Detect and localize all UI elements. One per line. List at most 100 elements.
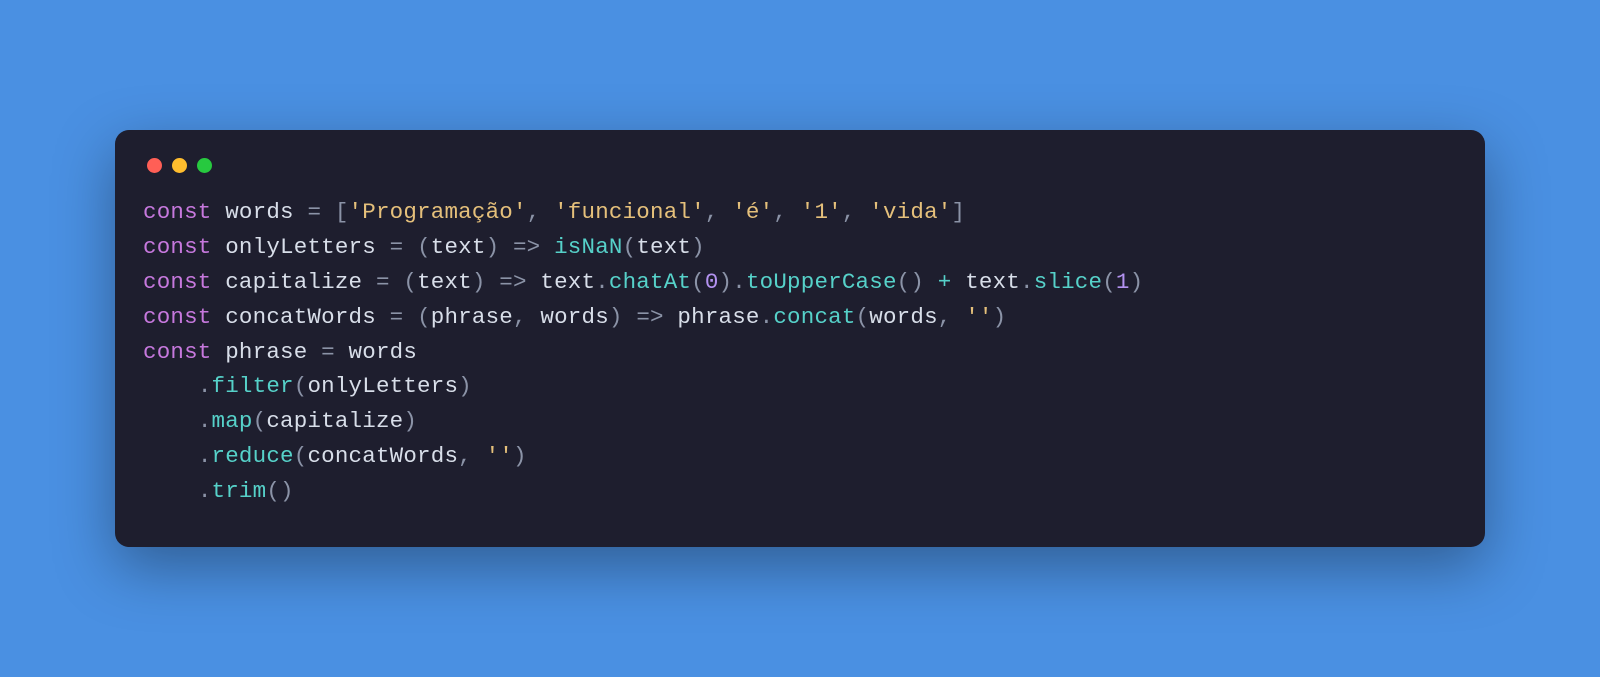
equals: = [390,304,417,330]
paren-close: ) [910,269,924,295]
string-literal: '' [486,443,513,469]
keyword-const: const [143,269,212,295]
code-block: const words = ['Programação', 'funcional… [143,195,1457,509]
paren-open: ( [253,408,267,434]
method-call: trim [212,478,267,504]
maximize-icon[interactable] [197,158,212,173]
plus-operator: + [924,269,965,295]
code-line-8: .reduce(concatWords, '') [143,439,1457,474]
param: text [431,234,486,260]
method-call: concat [773,304,855,330]
paren-open: ( [417,234,431,260]
indent [143,408,198,434]
dot: . [198,478,212,504]
comma: , [773,199,800,225]
keyword-const: const [143,234,212,260]
equals: = [321,339,348,365]
paren-open: ( [897,269,911,295]
paren-open: ( [294,443,308,469]
paren-open: ( [856,304,870,330]
arrow: => [513,234,540,260]
string-literal: '1' [801,199,842,225]
arrow: => [499,269,526,295]
dot: . [1020,269,1034,295]
comma: , [513,304,540,330]
paren-close: ) [1130,269,1144,295]
equals: = [390,234,417,260]
paren-open: ( [417,304,431,330]
method-call: filter [212,373,294,399]
keyword-const: const [143,199,212,225]
argument: words [869,304,938,330]
paren-close: ) [403,408,417,434]
dot: . [595,269,609,295]
code-line-1: const words = ['Programação', 'funcional… [143,195,1457,230]
string-literal: 'funcional' [554,199,705,225]
method-call: map [212,408,253,434]
param: text [417,269,472,295]
identifier: phrase [212,339,322,365]
paren-open: ( [294,373,308,399]
paren-close: ) [691,234,705,260]
indent [143,373,198,399]
paren-close: ) [513,443,527,469]
code-line-3: const capitalize = (text) => text.chatAt… [143,265,1457,300]
window-titlebar [143,154,1457,195]
number-literal: 0 [705,269,719,295]
indent [143,478,198,504]
code-line-4: const concatWords = (phrase, words) => p… [143,300,1457,335]
bracket-open: [ [335,199,349,225]
dot: . [732,269,746,295]
argument: capitalize [266,408,403,434]
dot: . [198,443,212,469]
code-window: const words = ['Programação', 'funcional… [115,130,1485,547]
close-icon[interactable] [147,158,162,173]
paren-close: ) [486,234,513,260]
comma: , [458,443,485,469]
paren-open: ( [266,478,280,504]
param: phrase [431,304,513,330]
param: words [540,304,609,330]
code-line-7: .map(capitalize) [143,404,1457,439]
method-call: slice [1034,269,1103,295]
paren-close: ) [609,304,636,330]
code-line-6: .filter(onlyLetters) [143,369,1457,404]
dot: . [760,304,774,330]
code-line-9: .trim() [143,474,1457,509]
method-call: toUpperCase [746,269,897,295]
identifier: words [212,199,308,225]
string-literal: 'Programação' [349,199,527,225]
argument: text [636,234,691,260]
paren-close: ) [993,304,1007,330]
bracket-close: ] [951,199,965,225]
arrow: => [636,304,663,330]
identifier: text [965,269,1020,295]
code-line-5: const phrase = words [143,335,1457,370]
comma: , [938,304,965,330]
number-literal: 1 [1116,269,1130,295]
space [664,304,678,330]
argument: concatWords [307,443,458,469]
comma: , [842,199,869,225]
dot: . [198,408,212,434]
keyword-const: const [143,339,212,365]
identifier: text [540,269,595,295]
string-literal: '' [965,304,992,330]
string-literal: 'vida' [869,199,951,225]
minimize-icon[interactable] [172,158,187,173]
identifier: words [349,339,418,365]
paren-open: ( [1102,269,1116,295]
paren-close: ) [458,373,472,399]
identifier: capitalize [212,269,376,295]
code-line-2: const onlyLetters = (text) => isNaN(text… [143,230,1457,265]
identifier: phrase [677,304,759,330]
paren-close: ) [472,269,499,295]
paren-open: ( [691,269,705,295]
argument: onlyLetters [307,373,458,399]
space [527,269,541,295]
space [540,234,554,260]
comma: , [527,199,554,225]
function-call: isNaN [554,234,623,260]
indent [143,443,198,469]
method-call: chatAt [609,269,691,295]
